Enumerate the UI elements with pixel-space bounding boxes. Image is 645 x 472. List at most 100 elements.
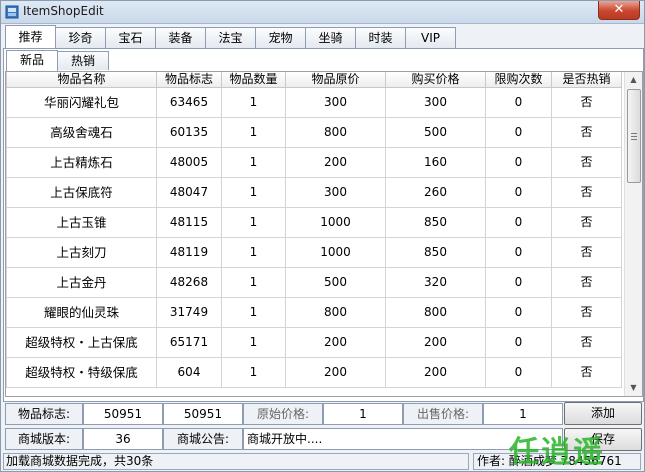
item-id-field-2[interactable]: 50951 — [163, 403, 243, 425]
notice-label: 商城公告: — [163, 428, 243, 450]
cell-hot: 否 — [551, 327, 622, 358]
cell-quantity: 1 — [221, 357, 286, 388]
tab-fashion[interactable]: 时装 — [355, 27, 406, 48]
table-row[interactable]: 上古刻刀 48119 1 1000 850 0 否 — [6, 237, 622, 268]
col-header-id[interactable]: 物品标志 — [156, 72, 222, 88]
col-header-orig-price[interactable]: 物品原价 — [285, 72, 386, 88]
cell-orig-price: 1000 — [285, 207, 386, 238]
table-row[interactable]: 华丽闪耀礼包 63465 1 300 300 0 否 — [6, 87, 622, 118]
cell-buy-price: 850 — [385, 237, 486, 268]
col-header-name[interactable]: 物品名称 — [6, 72, 157, 88]
table-row[interactable]: 高级舍魂石 60135 1 800 500 0 否 — [6, 117, 622, 148]
orig-price-field[interactable]: 1 — [323, 403, 403, 425]
cell-limit: 0 — [485, 327, 552, 358]
version-label: 商城版本: — [5, 428, 83, 450]
table-row[interactable]: 上古保底符 48047 1 300 260 0 否 — [6, 177, 622, 208]
add-button[interactable]: 添加 — [564, 402, 642, 425]
cell-hot: 否 — [551, 117, 622, 148]
cell-id: 48119 — [156, 237, 222, 268]
tab-gem[interactable]: 宝石 — [105, 27, 156, 48]
cell-id: 48005 — [156, 147, 222, 178]
cell-name: 华丽闪耀礼包 — [6, 87, 157, 118]
col-header-buy-price[interactable]: 购买价格 — [385, 72, 486, 88]
col-header-hot[interactable]: 是否热销 — [551, 72, 622, 88]
subtab-hot[interactable]: 热销 — [57, 51, 109, 70]
cell-limit: 0 — [485, 267, 552, 298]
item-id-label: 物品标志: — [5, 403, 83, 425]
tab-mount[interactable]: 坐骑 — [305, 27, 356, 48]
cell-id: 48047 — [156, 177, 222, 208]
close-button[interactable]: ✕ — [598, 1, 640, 20]
app-icon — [5, 5, 19, 19]
cell-quantity: 1 — [221, 177, 286, 208]
col-header-quantity[interactable]: 物品数量 — [221, 72, 286, 88]
table-row[interactable]: 超级特权・特级保底 604 1 200 200 0 否 — [6, 357, 622, 388]
cell-orig-price: 300 — [285, 87, 386, 118]
cell-hot: 否 — [551, 267, 622, 298]
scrollbar-thumb[interactable] — [627, 89, 641, 183]
cell-id: 31749 — [156, 297, 222, 328]
sell-price-label: 出售价格: — [403, 403, 483, 425]
table-row[interactable]: 超级特权・上古保底 65171 1 200 200 0 否 — [6, 327, 622, 358]
cell-buy-price: 200 — [385, 327, 486, 358]
table-row[interactable]: 耀眼的仙灵珠 31749 1 800 800 0 否 — [6, 297, 622, 328]
grip-line — [631, 139, 637, 140]
cell-quantity: 1 — [221, 327, 286, 358]
grip-line — [631, 133, 637, 134]
cell-limit: 0 — [485, 177, 552, 208]
window-title: ItemShopEdit — [23, 4, 104, 18]
table-row[interactable]: 上古金丹 48268 1 500 320 0 否 — [6, 267, 622, 298]
vertical-scrollbar[interactable]: ▲ ▼ — [624, 72, 642, 396]
cell-limit: 0 — [485, 147, 552, 178]
version-field[interactable]: 36 — [83, 428, 163, 450]
cell-limit: 0 — [485, 87, 552, 118]
cell-limit: 0 — [485, 117, 552, 148]
cell-name: 上古刻刀 — [6, 237, 157, 268]
cell-orig-price: 800 — [285, 297, 386, 328]
cell-buy-price: 500 — [385, 117, 486, 148]
cell-limit: 0 — [485, 207, 552, 238]
cell-name: 上古玉锥 — [6, 207, 157, 238]
table-row[interactable]: 上古玉锥 48115 1 1000 850 0 否 — [6, 207, 622, 238]
tab-rare[interactable]: 珍奇 — [55, 27, 106, 48]
cell-orig-price: 300 — [285, 177, 386, 208]
tab-vip[interactable]: VIP — [405, 27, 456, 48]
cell-name: 上古金丹 — [6, 267, 157, 298]
tab-magic-treasure[interactable]: 法宝 — [205, 27, 256, 48]
cell-name: 超级特权・上古保底 — [6, 327, 157, 358]
cell-hot: 否 — [551, 147, 622, 178]
items-grid[interactable]: 物品名称 物品标志 物品数量 物品原价 购买价格 限购次数 是否热销 华丽闪耀礼… — [5, 71, 643, 397]
cell-limit: 0 — [485, 297, 552, 328]
cell-orig-price: 1000 — [285, 237, 386, 268]
cell-quantity: 1 — [221, 207, 286, 238]
tab-equipment[interactable]: 装备 — [155, 27, 206, 48]
cell-name: 高级舍魂石 — [6, 117, 157, 148]
app-window: ItemShopEdit ✕ 推荐 珍奇 宝石 装备 法宝 宠物 坐骑 时装 V… — [0, 0, 645, 472]
cell-id: 63465 — [156, 87, 222, 118]
cell-hot: 否 — [551, 297, 622, 328]
subtab-new[interactable]: 新品 — [6, 50, 58, 71]
cell-id: 48268 — [156, 267, 222, 298]
cell-hot: 否 — [551, 357, 622, 388]
cell-name: 上古精炼石 — [6, 147, 157, 178]
col-header-limit[interactable]: 限购次数 — [485, 72, 552, 88]
cell-orig-price: 200 — [285, 327, 386, 358]
cell-limit: 0 — [485, 357, 552, 388]
cell-name: 耀眼的仙灵珠 — [6, 297, 157, 328]
cell-orig-price: 800 — [285, 117, 386, 148]
cell-buy-price: 850 — [385, 207, 486, 238]
item-id-field-1[interactable]: 50951 — [83, 403, 163, 425]
tab-pet[interactable]: 宠物 — [255, 27, 306, 48]
sub-tabs: 新品 热销 — [6, 50, 109, 71]
scroll-up-arrow-icon[interactable]: ▲ — [625, 72, 642, 88]
table-row[interactable]: 上古精炼石 48005 1 200 160 0 否 — [6, 147, 622, 178]
scroll-down-arrow-icon[interactable]: ▼ — [625, 380, 642, 396]
tab-recommend[interactable]: 推荐 — [5, 25, 56, 48]
cell-orig-price: 500 — [285, 267, 386, 298]
close-icon: ✕ — [613, 2, 625, 17]
cell-quantity: 1 — [221, 87, 286, 118]
cell-id: 65171 — [156, 327, 222, 358]
sell-price-field[interactable]: 1 — [483, 403, 563, 425]
cell-buy-price: 300 — [385, 87, 486, 118]
table-header-row: 物品名称 物品标志 物品数量 物品原价 购买价格 限购次数 是否热销 — [6, 72, 622, 88]
